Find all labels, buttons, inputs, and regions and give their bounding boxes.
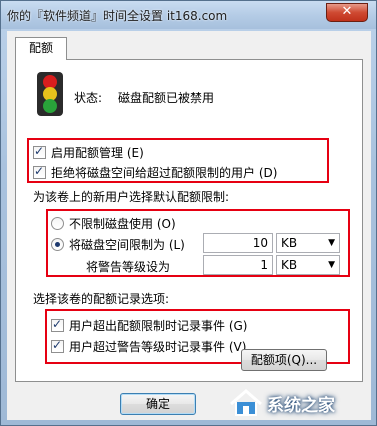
limit-to-radio[interactable]: 将磁盘空间限制为 (L) [51,236,185,253]
logging-heading: 选择该卷的配额记录选项: [33,292,170,306]
chevron-down-icon: ▼ [328,260,335,270]
enable-quota-label: 启用配额管理 (E) [51,146,144,160]
check-icon: ✓ [52,317,63,331]
radio-circle[interactable] [51,238,64,251]
limit-unit-select[interactable]: KB ▼ [276,233,340,253]
status-value: 磁盘配额已被禁用 [118,91,215,105]
radio-dot [55,242,60,247]
warning-unit-select[interactable]: KB ▼ [276,255,340,275]
checkbox-box[interactable]: ✓ [51,338,64,353]
deny-space-checkbox[interactable]: ✓ 拒绝将磁盘空间给超过配额限制的用户 (D) [33,164,277,181]
watermark-text: 系统之家 [267,395,335,416]
quota-tab-panel: 状态: 磁盘配额已被禁用 ✓ 启用配额管理 (E) ✓ 拒绝将磁盘空间给超过配额… [15,59,363,382]
log-warning-label: 用户超过警告等级时记录事件 (V) [69,340,247,354]
limit-value-input[interactable]: 10 [203,233,273,253]
radio-circle[interactable] [51,217,64,230]
title-bar[interactable]: 你的『软件频道』时间全设置 it168.com ✕ [1,1,376,29]
house-logo-icon [229,388,263,418]
chevron-down-icon: ▼ [328,238,335,248]
traffic-light-icon [37,72,63,116]
window-title: 你的『软件频道』时间全设置 it168.com [7,9,228,23]
ok-button[interactable]: 确定 [120,393,196,415]
watermark: 系统之家 [229,383,375,423]
close-icon: ✕ [341,4,353,19]
default-limit-heading: 为该卷上的新用户选择默认配额限制: [33,190,230,204]
limit-unit-value: KB [281,236,298,250]
green-light [43,99,57,113]
log-limit-label: 用户超出配额限制时记录事件 (G) [69,319,248,333]
warning-unit-value: KB [281,258,298,272]
checkbox-box[interactable]: ✓ [33,144,46,159]
checkbox-box[interactable]: ✓ [33,164,46,179]
quota-entries-button[interactable]: 配额项(Q)... [241,349,327,371]
limit-to-label: 将磁盘空间限制为 (L) [69,238,185,252]
check-icon: ✓ [34,164,45,178]
log-limit-checkbox[interactable]: ✓ 用户超出配额限制时记录事件 (G) [51,317,247,334]
dialog-client-area: 配额 状态: 磁盘配额已被禁用 ✓ 启用配额管理 (E) ✓ 拒绝将磁盘空间给超… [7,31,371,420]
check-icon: ✓ [34,144,45,158]
no-limit-label: 不限制磁盘使用 (O) [69,217,176,231]
tab-quota[interactable]: 配额 [15,37,67,60]
quota-properties-window: 你的『软件频道』时间全设置 it168.com ✕ 配额 状态: 磁盘配额已被禁… [0,0,377,426]
close-button[interactable]: ✕ [326,3,368,22]
check-icon: ✓ [52,338,63,352]
checkbox-box[interactable]: ✓ [51,317,64,332]
no-limit-radio[interactable]: 不限制磁盘使用 (O) [51,215,176,232]
status-label: 状态: [74,91,103,105]
deny-space-label: 拒绝将磁盘空间给超过配额限制的用户 (D) [51,166,278,180]
warning-level-label: 将警告等级设为 [86,260,171,274]
enable-quota-checkbox[interactable]: ✓ 启用配额管理 (E) [33,144,144,161]
warning-value-input[interactable]: 1 [203,255,273,275]
log-warning-checkbox[interactable]: ✓ 用户超过警告等级时记录事件 (V) [51,338,246,355]
